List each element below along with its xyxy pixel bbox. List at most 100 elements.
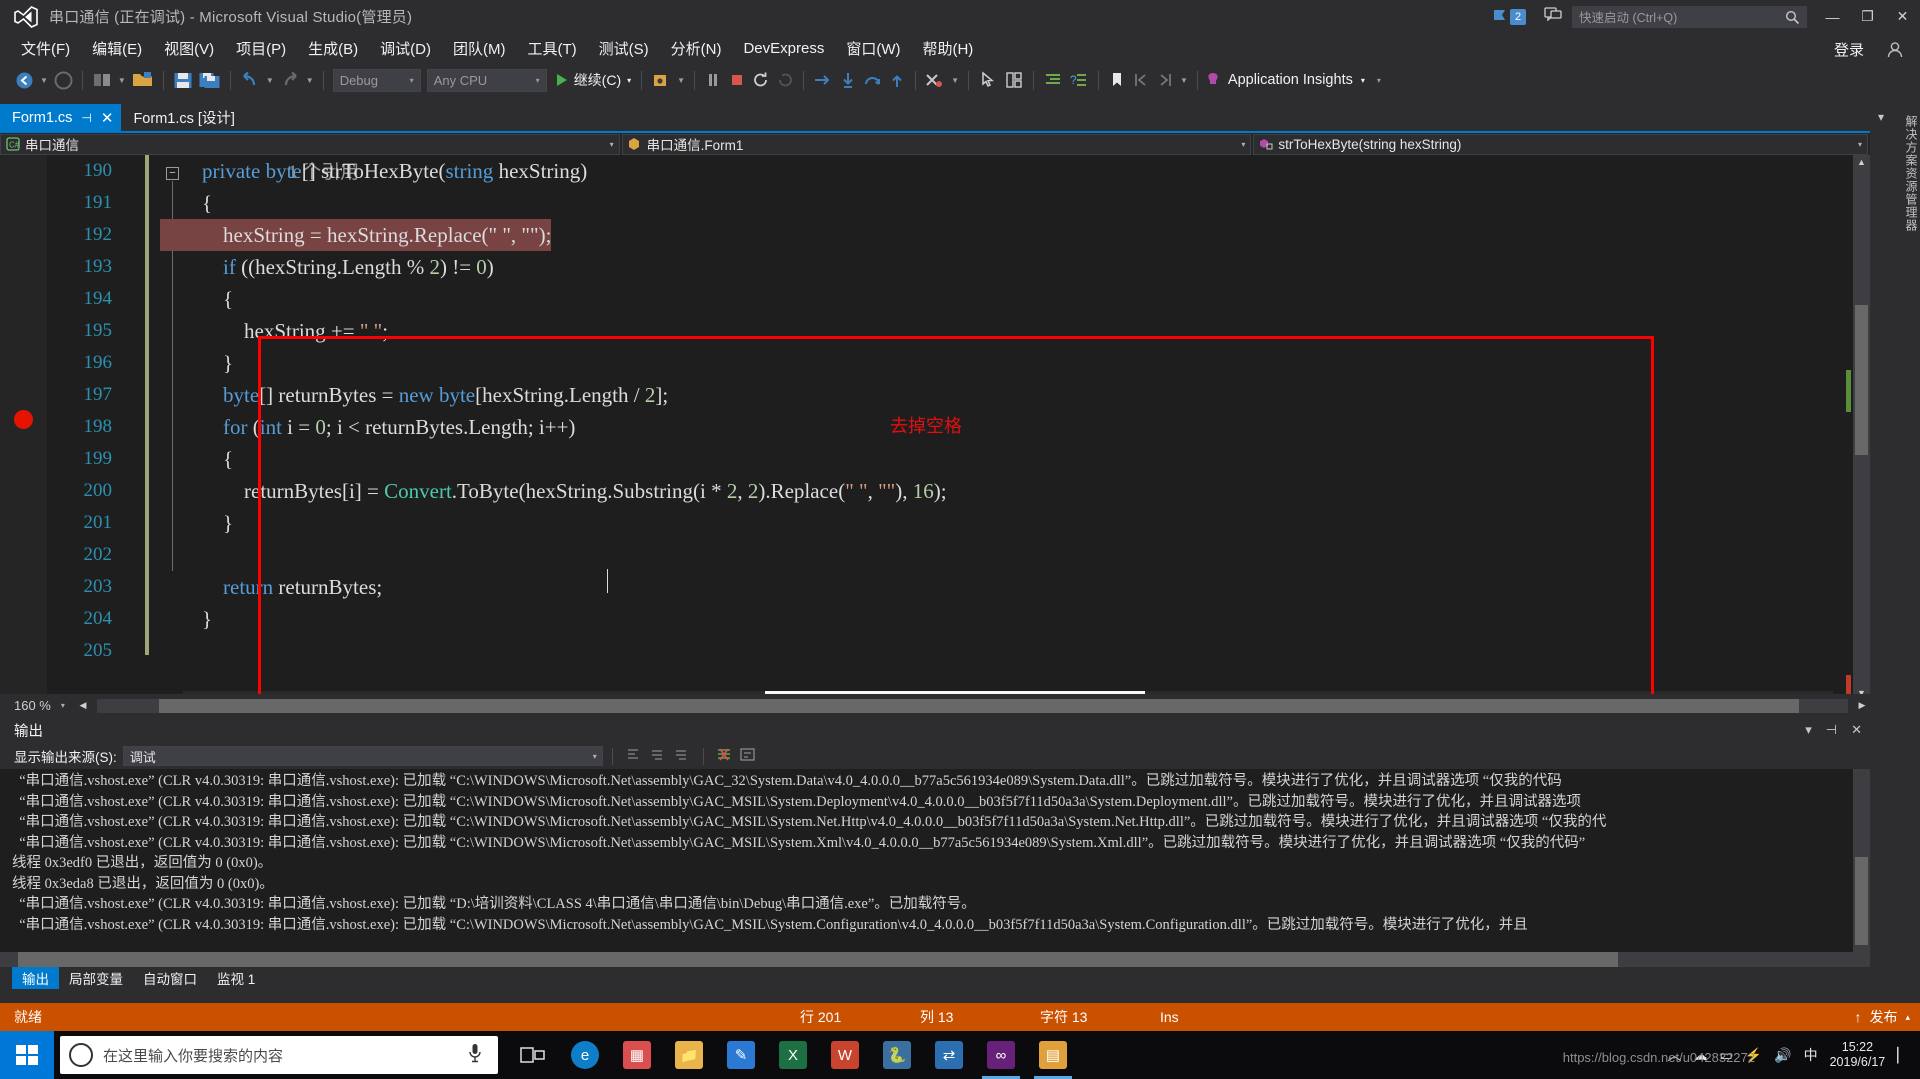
send-feedback-icon[interactable] (1544, 6, 1562, 27)
go-to-previous-icon[interactable] (646, 747, 670, 765)
taskbar-clock[interactable]: 15:22 2019/6/17 (1830, 1040, 1886, 1070)
restart-alt-icon[interactable] (773, 67, 797, 93)
quick-launch-input[interactable]: 快速启动 (Ctrl+Q) (1572, 5, 1807, 28)
menu-tools[interactable]: 工具(T) (516, 34, 587, 63)
code-line[interactable]: return returnBytes; (160, 571, 1870, 603)
code-line[interactable]: hexString += " "; (160, 315, 1870, 347)
open-file-icon[interactable] (129, 67, 157, 93)
start-button[interactable] (0, 1031, 54, 1079)
tab-form1-cs-design[interactable]: Form1.cs [设计] (121, 104, 243, 131)
code-line[interactable]: hexString = hexString.Replace(" ", ""); (160, 219, 1870, 251)
hscroll-right-icon[interactable]: ▶ (1854, 700, 1870, 711)
find-message-icon[interactable] (622, 747, 646, 765)
sign-in-button[interactable]: 登录 (1820, 35, 1878, 64)
application-insights-button[interactable]: Application Insights ▾ ▾ (1204, 71, 1381, 89)
solution-configuration-combo[interactable]: Debug ▾ (332, 68, 421, 92)
solution-platform-combo[interactable]: Any CPU ▾ (426, 68, 547, 92)
menu-build[interactable]: 生成(B) (297, 34, 369, 63)
code-editor[interactable]: ➡ 190 191 192 193 194 195 196 197 198 19… (0, 155, 1870, 700)
navigate-forward-icon[interactable] (51, 67, 76, 93)
code-line[interactable]: { (160, 187, 1870, 219)
code-line[interactable]: } (160, 603, 1870, 635)
code-line[interactable]: returnBytes[i] = Convert.ToByte(hexStrin… (160, 475, 1870, 507)
prev-bookmark-icon[interactable] (1129, 67, 1153, 93)
bookmark-dropdown-icon[interactable]: ▼ (1177, 76, 1191, 85)
toolbar-overflow-icon[interactable]: ▾ (1377, 76, 1381, 85)
new-project-icon[interactable] (89, 67, 115, 93)
maximize-button[interactable]: ❐ (1850, 0, 1885, 33)
output-vertical-scrollbar[interactable] (1853, 769, 1870, 967)
menu-debug[interactable]: 调试(D) (369, 34, 442, 63)
scroll-up-icon[interactable]: ▲ (1853, 157, 1870, 167)
chevron-down-icon[interactable]: ▾ (1805, 722, 1812, 738)
scrollbar-thumb[interactable] (18, 952, 1618, 967)
code-line[interactable]: { (160, 443, 1870, 475)
menu-project[interactable]: 项目(P) (225, 34, 297, 63)
user-account-icon[interactable] (1878, 40, 1912, 60)
tab-overflow-chevron-icon[interactable]: ▾ (1878, 110, 1884, 124)
code-line[interactable]: if ((hexString.Length % 2) != 0) (160, 251, 1870, 283)
taskbar-search-input[interactable]: 在这里输入你要搜索的内容 (60, 1036, 498, 1074)
select-element-icon[interactable] (975, 67, 1001, 93)
indent-icon[interactable] (1040, 67, 1066, 93)
output-source-combo[interactable]: 调试 ▾ (122, 746, 603, 766)
thread-marker-icon[interactable] (922, 67, 948, 93)
stop-debugging-icon[interactable] (725, 67, 749, 93)
save-icon[interactable] (170, 67, 196, 93)
undo-icon[interactable] (237, 67, 263, 93)
code-text-area[interactable]: private byte[] strToHexByte(string hexSt… (160, 155, 1870, 700)
task-view-button[interactable] (508, 1031, 558, 1079)
code-line[interactable]: } (160, 347, 1870, 379)
tray-ime-icon[interactable]: 中 (1804, 1045, 1818, 1065)
output-horizontal-scrollbar[interactable] (0, 952, 1853, 967)
close-button[interactable]: ✕ (1885, 0, 1920, 33)
taskbar-app-explorer[interactable]: 📁 (664, 1031, 714, 1079)
bookmark-icon[interactable] (1105, 67, 1129, 93)
menu-devexpress[interactable]: DevExpress (732, 36, 835, 61)
pin-icon[interactable]: ⊣ (81, 111, 91, 125)
taskbar-app-editor[interactable]: ✎ (716, 1031, 766, 1079)
taskbar-app-store[interactable]: ▦ (612, 1031, 662, 1079)
dock-tab-watch1[interactable]: 监视 1 (207, 968, 265, 988)
menu-view[interactable]: 视图(V) (153, 34, 225, 63)
taskbar-app-serial[interactable]: ⇄ (924, 1031, 974, 1079)
breakpoint-marker-icon[interactable] (14, 410, 33, 429)
close-icon[interactable]: ✕ (101, 109, 114, 127)
taskbar-app-serial-form[interactable]: ▤ (1028, 1031, 1078, 1079)
next-bookmark-icon[interactable] (1153, 67, 1177, 93)
menu-edit[interactable]: 编辑(E) (81, 34, 153, 63)
dock-tab-locals[interactable]: 局部变量 (59, 968, 133, 988)
solution-explorer-autohide-tab[interactable]: 解决方案资源管理器 (1894, 97, 1920, 597)
clear-output-icon[interactable] (713, 747, 737, 766)
scrollbar-thumb[interactable] (1855, 305, 1868, 455)
menu-file[interactable]: 文件(F) (10, 34, 81, 63)
toggle-word-wrap-icon[interactable] (737, 747, 761, 766)
menu-team[interactable]: 团队(M) (442, 34, 517, 63)
taskbar-app-wps[interactable]: W (820, 1031, 870, 1079)
taskbar-app-excel[interactable]: X (768, 1031, 818, 1079)
new-project-dropdown-icon[interactable]: ▼ (115, 76, 129, 85)
live-visual-tree-icon[interactable] (1001, 67, 1027, 93)
microphone-icon[interactable] (468, 1043, 482, 1068)
code-line[interactable]: for (int i = 0; i < returnBytes.Length; … (160, 411, 1870, 443)
redo-icon[interactable] (277, 67, 303, 93)
attach-dropdown-icon[interactable]: ▼ (674, 76, 688, 85)
step-out-icon[interactable] (885, 67, 909, 93)
editor-horizontal-scrollbar[interactable] (97, 698, 1848, 713)
menu-help[interactable]: 帮助(H) (911, 34, 984, 63)
hscroll-left-icon[interactable]: ◀ (75, 700, 91, 711)
show-desktop-button[interactable]: ▏ (1897, 1047, 1908, 1064)
go-to-next-icon[interactable] (670, 747, 694, 765)
chevron-up-icon[interactable]: ▴ (1905, 1012, 1910, 1023)
navbar-member-combo[interactable]: strToHexByte(string hexString) ▾ (1253, 133, 1868, 155)
code-line[interactable] (160, 635, 1870, 667)
taskbar-app-visual-studio[interactable]: ∞ (976, 1031, 1026, 1079)
scrollbar-thumb[interactable] (1855, 857, 1868, 945)
tab-form1-cs[interactable]: Form1.cs ⊣ ✕ (0, 104, 122, 131)
notification-area[interactable]: 2 (1491, 8, 1526, 25)
save-all-icon[interactable] (196, 67, 224, 93)
navbar-type-combo[interactable]: 串口通信.Form1 ▾ (621, 133, 1252, 155)
hscrollbar-thumb[interactable] (159, 698, 1799, 713)
publish-arrow-icon[interactable]: ↑ (1854, 1009, 1861, 1025)
show-next-statement-icon[interactable] (810, 67, 836, 93)
